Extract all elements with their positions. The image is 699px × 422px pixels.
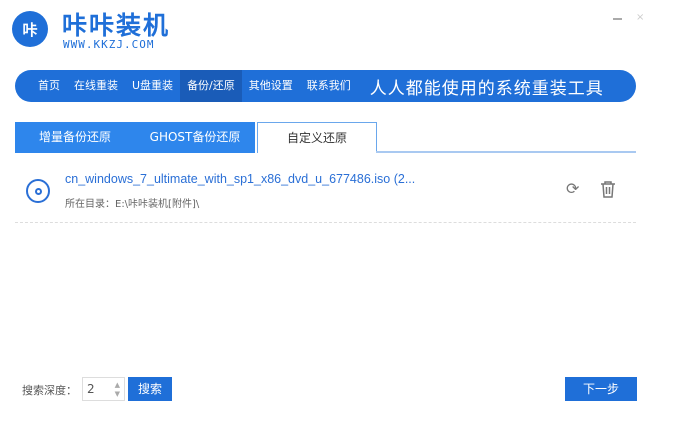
file-path: 所在目录：E:\咔咔装机[附件]\ (65, 199, 200, 210)
main-nav: 首页 在线重装 U盘重装 备份/还原 其他设置 联系我们 人人都能使用的系统重装… (15, 70, 636, 102)
refresh-icon[interactable]: ⟳ (566, 179, 579, 198)
nav-item-contact[interactable]: 联系我们 (300, 70, 358, 102)
brand-name: 咔咔装机 (62, 11, 171, 40)
stepper-up-icon[interactable]: ▲ (115, 381, 120, 389)
search-button[interactable]: 搜索 (128, 377, 172, 401)
nav-item-backup[interactable]: 备份/还原 (180, 70, 242, 102)
tab-ghost[interactable]: GHOST备份还原 (135, 122, 255, 153)
close-button[interactable]: × (636, 12, 644, 23)
stepper-down-icon[interactable]: ▼ (115, 390, 120, 398)
nav-item-usb[interactable]: U盘重装 (125, 70, 180, 102)
file-name[interactable]: cn_windows_7_ultimate_with_sp1_x86_dvd_u… (65, 172, 415, 186)
nav-item-home[interactable]: 首页 (31, 70, 67, 102)
depth-label: 搜索深度： (22, 384, 77, 397)
tab-custom[interactable]: 自定义还原 (257, 122, 377, 153)
minimize-button[interactable] (613, 18, 622, 20)
logo: 咔 (12, 11, 48, 47)
list-separator (15, 222, 636, 223)
disc-icon (26, 179, 50, 203)
slogan: 人人都能使用的系统重装工具 (369, 78, 604, 99)
brand-url: WWW.KKZJ.COM (63, 38, 155, 51)
tab-underline (376, 151, 636, 153)
nav-item-online[interactable]: 在线重装 (67, 70, 125, 102)
trash-icon[interactable] (600, 180, 616, 202)
next-button[interactable]: 下一步 (565, 377, 637, 401)
depth-stepper[interactable]: 2 ▲ ▼ (82, 377, 125, 401)
tab-incremental[interactable]: 增量备份还原 (15, 122, 135, 153)
depth-value: 2 (87, 382, 95, 396)
nav-item-settings[interactable]: 其他设置 (242, 70, 300, 102)
